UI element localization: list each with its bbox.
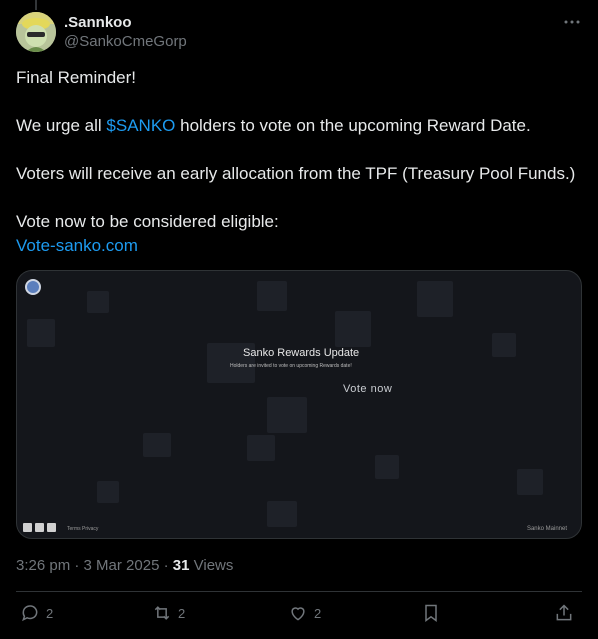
media-footer-network: Sanko Mainnet (526, 526, 567, 532)
divider (16, 591, 582, 592)
cashtag-link[interactable]: $SANKO (106, 116, 175, 135)
media-footer-social-icons (23, 523, 56, 532)
views-label: Views (189, 557, 234, 574)
post-header: .Sannkoo @SankoCmeGorp (16, 12, 582, 56)
post-line-voters: Voters will receive an early allocation … (16, 164, 576, 183)
media-footer-links: Terms Privacy (67, 526, 99, 532)
heart-icon (291, 607, 305, 621)
more-options-icon[interactable] (562, 12, 582, 32)
reply-count: 2 (46, 605, 54, 621)
post-body: Final Reminder! We urge all $SANKO holde… (16, 66, 582, 258)
meta-separator: · (70, 557, 84, 574)
post-date[interactable]: 3 Mar 2025 (84, 557, 160, 574)
thread-connector-line (35, 0, 37, 10)
globe-icon (25, 279, 41, 295)
post-line-urge-post: holders to vote on the upcoming Reward D… (175, 116, 531, 135)
avatar[interactable] (16, 12, 56, 52)
media-title: Sanko Rewards Update (243, 347, 360, 359)
avatar-image (16, 12, 56, 52)
like-button[interactable]: 2 (288, 603, 321, 623)
media-vote-now-button[interactable]: Vote now (343, 383, 392, 395)
share-icon (556, 604, 572, 621)
post-line-urge: We urge all $SANKO holders to vote on th… (16, 114, 582, 138)
like-count: 2 (314, 605, 322, 621)
discord-icon (47, 523, 56, 532)
telegram-icon (23, 523, 32, 532)
action-bar: 2 2 2 (16, 603, 582, 629)
repost-button[interactable]: 2 (152, 603, 185, 623)
media-subtitle: Holders are invited to vote on upcoming … (230, 363, 352, 369)
views-count: 31 (172, 557, 190, 574)
post-time[interactable]: 3:26 pm (16, 557, 70, 574)
post-line-reminder: Final Reminder! (16, 68, 136, 87)
post-line-vote-now: Vote now to be considered eligible: (16, 212, 279, 231)
media-card[interactable]: Sanko Rewards Update Holders are invited… (16, 270, 582, 539)
share-button[interactable] (554, 603, 574, 623)
post-line-urge-pre: We urge all (16, 116, 107, 135)
author-display-name[interactable]: .Sannkoo (64, 14, 187, 32)
bookmark-icon (425, 604, 437, 622)
repost-icon (154, 606, 170, 620)
repost-count: 2 (178, 605, 186, 621)
post-external-link[interactable]: Vote-sanko.com (16, 236, 138, 255)
x-icon (35, 523, 44, 532)
reply-button[interactable]: 2 (20, 603, 53, 623)
meta-separator: · (159, 557, 173, 574)
bookmark-button[interactable] (421, 603, 441, 623)
post-meta: 3:26 pm · 3 Mar 2025 · 31 Views (16, 556, 233, 576)
author-handle[interactable]: @SankoCmeGorp (64, 32, 187, 52)
reply-icon (22, 605, 38, 622)
